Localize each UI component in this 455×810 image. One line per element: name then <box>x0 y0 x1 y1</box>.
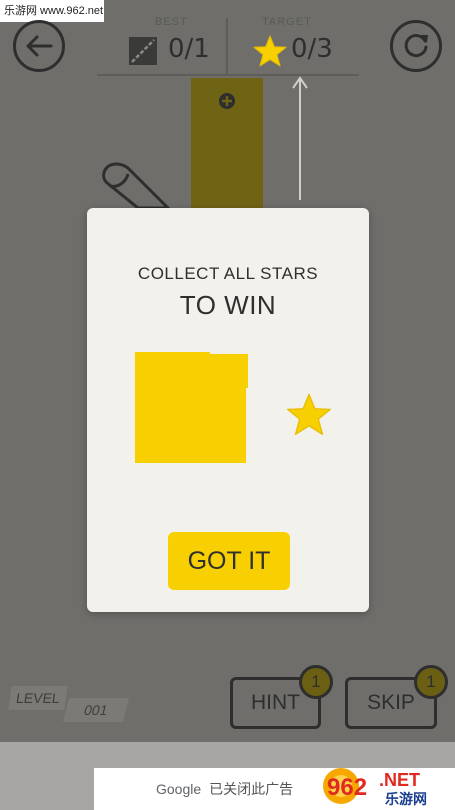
site-watermark: 乐游网 www.962.net <box>0 0 104 22</box>
restart-button[interactable] <box>390 20 442 72</box>
level-label: LEVEL <box>8 686 68 710</box>
site-logo: 962 .NET 乐游网 <box>323 768 427 808</box>
dialog-line-1: COLLECT ALL STARS <box>137 264 319 283</box>
dialog-line-2: TO WIN <box>179 290 277 320</box>
target-label: TARGET <box>262 16 312 28</box>
header-underline <box>97 74 359 76</box>
skip-count-badge: 1 <box>414 665 448 699</box>
target-value: 0/3 <box>291 34 333 64</box>
best-value: 0/1 <box>168 34 210 64</box>
direction-arrow <box>292 76 308 200</box>
hint-count-badge: 1 <box>299 665 333 699</box>
restart-icon <box>404 34 428 57</box>
ad-brand: Google <box>156 781 202 797</box>
star-icon <box>253 35 287 67</box>
logo-caption: 乐游网 <box>385 791 427 808</box>
back-button[interactable] <box>13 20 65 72</box>
tutorial-dialog: COLLECT ALL STARS TO WIN GOT IT <box>87 208 369 612</box>
header-divider <box>226 18 228 74</box>
star-icon <box>286 393 331 435</box>
got-it-button[interactable]: GOT IT <box>168 532 290 590</box>
pencil-tool <box>102 162 170 210</box>
level-number: 001 <box>63 698 129 722</box>
plus-circle-icon <box>219 93 235 109</box>
best-label: BEST <box>155 16 188 28</box>
logo-suffix: .NET <box>379 770 420 790</box>
logo-number: 962 <box>327 774 367 801</box>
back-arrow-icon <box>26 35 53 57</box>
ad-message: 已关闭此广告 <box>209 781 294 797</box>
drawn-shape-illustration <box>135 352 248 463</box>
hint-label: HINT <box>251 691 300 714</box>
skip-label: SKIP <box>367 691 415 714</box>
slash-square-icon <box>129 37 157 65</box>
